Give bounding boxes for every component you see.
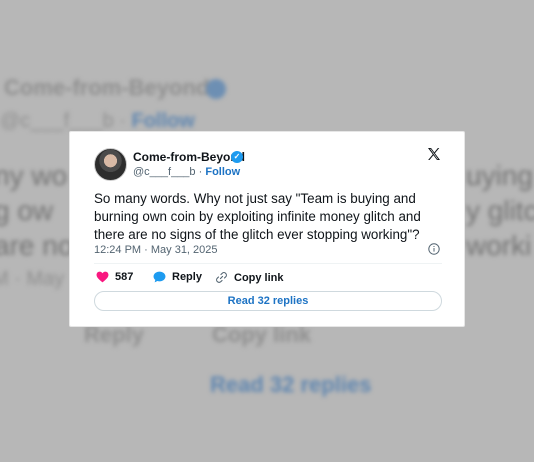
bg-text-line: worki [466, 230, 532, 261]
bg-meta: M · May [0, 268, 65, 290]
reply-bubble-icon [153, 271, 166, 283]
author-name[interactable]: Come-from-Beyond [133, 150, 245, 164]
tweet-timestamp[interactable]: 12:24 PM · May 31, 2025 [94, 244, 218, 256]
bg-read: Read 32 replies [210, 372, 372, 397]
bg-author-name: Come-from-Beyond [4, 75, 210, 100]
avatar[interactable] [94, 148, 127, 181]
reply-label: Reply [172, 271, 202, 283]
x-logo-icon[interactable] [426, 146, 442, 162]
like-count: 587 [115, 271, 134, 283]
bg-text-line: uying a [466, 160, 534, 191]
like-button[interactable]: 587 [96, 271, 133, 283]
verified-badge-icon: ✓ [231, 151, 243, 163]
divider [94, 263, 442, 264]
read-replies-button[interactable]: Read 32 replies [94, 291, 442, 311]
author-handle-row: @c___f___b · Follow [133, 166, 240, 178]
bg-verified-icon [206, 79, 226, 99]
bg-text-line: y glitc [466, 195, 534, 226]
tweet-card: Come-from-Beyond ✓ @c___f___b · Follow S… [69, 131, 465, 327]
bg-text-line: g ow [0, 195, 54, 226]
reply-button[interactable]: Reply [153, 271, 202, 283]
heart-icon [96, 271, 109, 283]
link-icon [216, 272, 227, 283]
copy-link-label: Copy link [234, 271, 284, 284]
tweet-text: So many words. Why not just say "Team is… [94, 191, 421, 242]
bg-text-line: are no [0, 230, 74, 261]
info-icon[interactable] [428, 243, 440, 255]
copy-link-button[interactable]: Copy link [215, 271, 284, 284]
author-handle[interactable]: @c___f___b [133, 166, 196, 178]
bg-text-line: ny wo [0, 160, 68, 191]
follow-button[interactable]: Follow [205, 166, 240, 178]
bg-handle: @c___f___b · Follow [0, 110, 195, 132]
separator: · [198, 166, 203, 178]
